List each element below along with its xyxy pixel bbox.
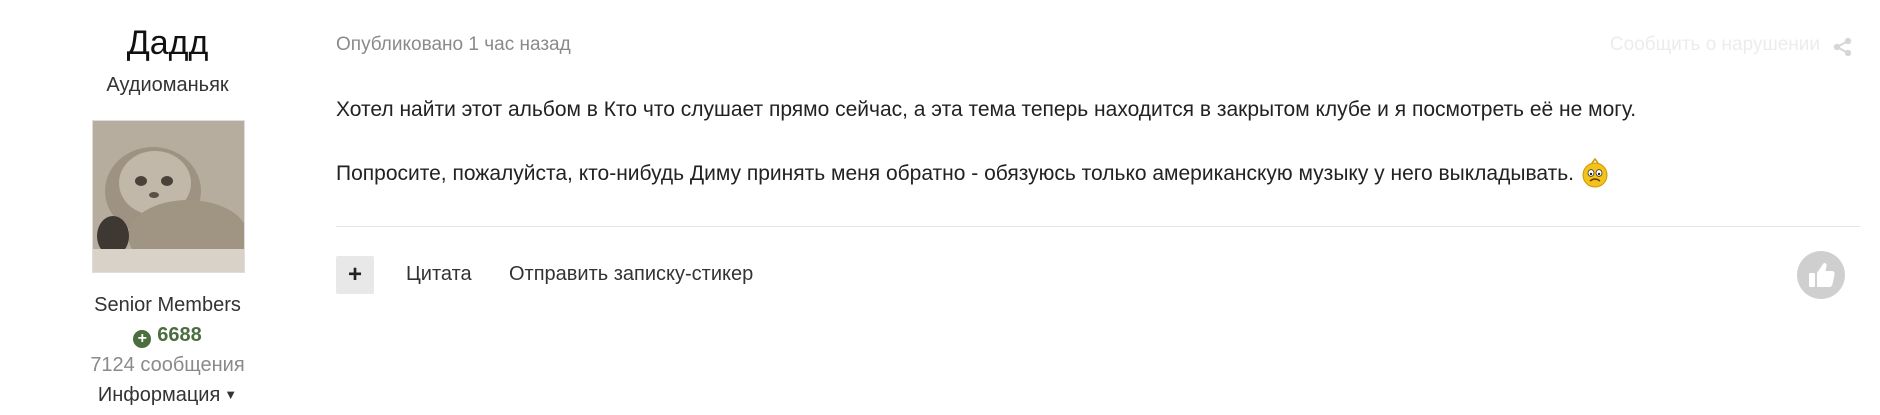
author-post-count: 7124 сообщения xyxy=(90,354,245,376)
share-icon[interactable] xyxy=(1832,36,1854,58)
worried-smiley-icon xyxy=(1582,158,1608,188)
thumbs-up-icon xyxy=(1809,262,1835,287)
post-paragraph-with-emoji: Попросите, пожалуйста, кто-нибудь Диму п… xyxy=(336,158,1796,188)
send-sticker-button[interactable]: Отправить записку-стикер xyxy=(509,263,753,286)
author-title: Аудиоманьяк xyxy=(106,74,229,96)
post-timestamp[interactable]: Опубликовано 1 час назад xyxy=(336,34,571,56)
plus-circle-icon: + xyxy=(133,330,152,348)
post-divider xyxy=(336,226,1860,227)
avatar[interactable] xyxy=(92,120,245,273)
reputation-value: 6688 xyxy=(157,324,202,346)
report-link[interactable]: Сообщить о нарушении xyxy=(1610,34,1820,56)
multiquote-plus-button[interactable]: + xyxy=(336,256,374,294)
avatar-image xyxy=(93,121,244,272)
author-panel: Дадд Аудиоманьяк Senior Members +6688 71… xyxy=(0,0,335,415)
post-content: Хотел найти этот альбом в Кто что слушае… xyxy=(336,96,1796,188)
quote-button[interactable]: Цитата xyxy=(406,263,472,286)
post-paragraph: Попросите, пожалуйста, кто-нибудь Диму п… xyxy=(336,162,1574,185)
post-paragraph: Хотел найти этот альбом в Кто что слушае… xyxy=(336,98,1637,121)
author-group: Senior Members xyxy=(94,294,241,316)
author-info-label: Информация xyxy=(97,384,221,406)
like-button[interactable] xyxy=(1797,251,1845,299)
caret-down-icon: ▼ xyxy=(224,387,238,402)
author-reputation: +6688 xyxy=(0,324,335,348)
author-name[interactable]: Дадд xyxy=(0,24,335,63)
author-info-dropdown[interactable]: Информация ▼ xyxy=(0,384,335,407)
